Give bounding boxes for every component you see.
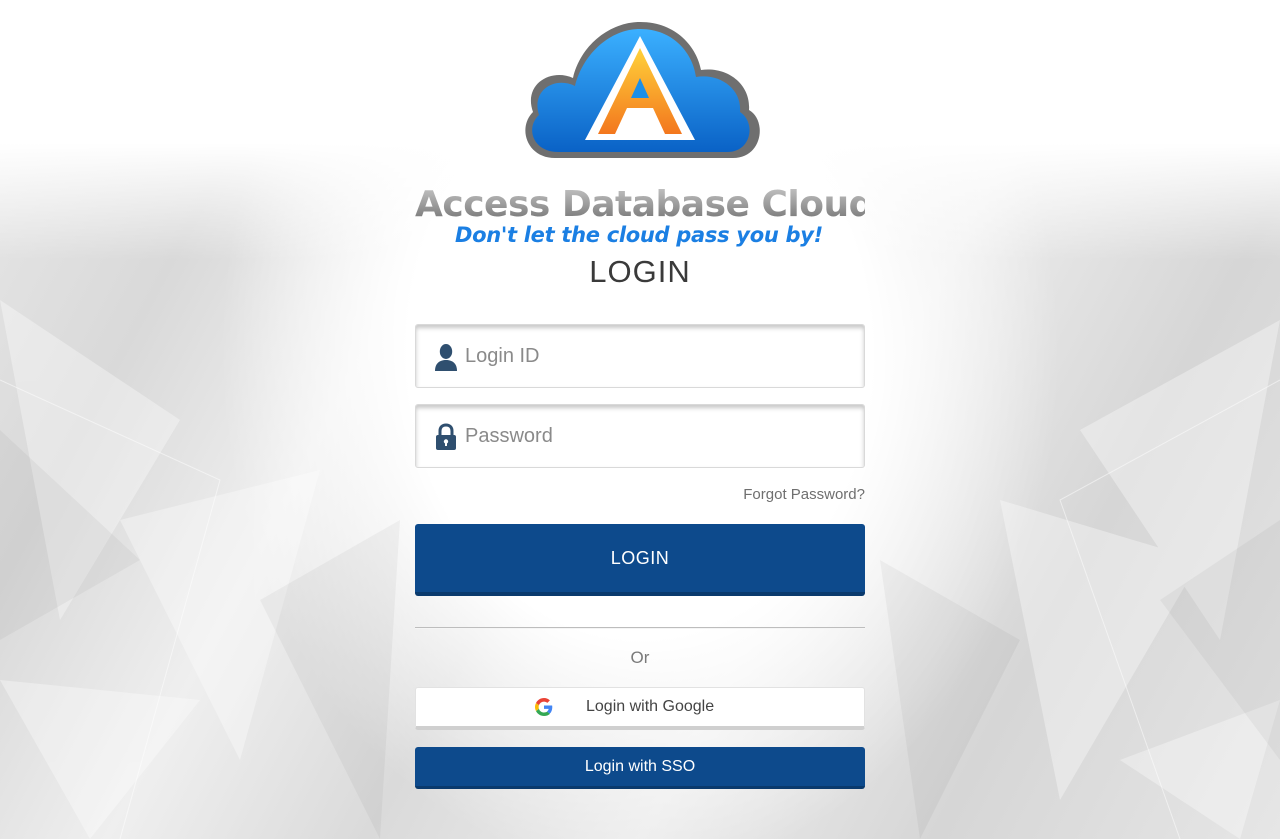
- cloud-logo-icon: [525, 22, 760, 158]
- sso-login-button[interactable]: Login with SSO: [415, 747, 865, 789]
- lock-icon: [436, 423, 456, 450]
- password-input[interactable]: [465, 413, 845, 459]
- password-field[interactable]: [415, 404, 865, 468]
- login-id-input[interactable]: [465, 333, 845, 379]
- or-separator-label: Or: [630, 648, 650, 667]
- page-title: LOGIN: [589, 254, 691, 289]
- brand-wordmark: Access Database Cloud: [415, 184, 874, 225]
- google-icon: [535, 698, 553, 716]
- login-button[interactable]: LOGIN: [415, 524, 865, 596]
- brand-tagline: Don't let the cloud pass you by!: [455, 223, 823, 247]
- login-id-field[interactable]: [415, 324, 865, 388]
- forgot-password-link[interactable]: Forgot Password?: [743, 486, 865, 503]
- google-login-button[interactable]: Login with Google: [415, 687, 865, 730]
- google-login-label: Login with Google: [586, 698, 715, 715]
- divider: [415, 627, 865, 629]
- user-icon: [435, 344, 457, 371]
- brand-logo: Access Database Cloud Don't let the clou…: [415, 16, 874, 247]
